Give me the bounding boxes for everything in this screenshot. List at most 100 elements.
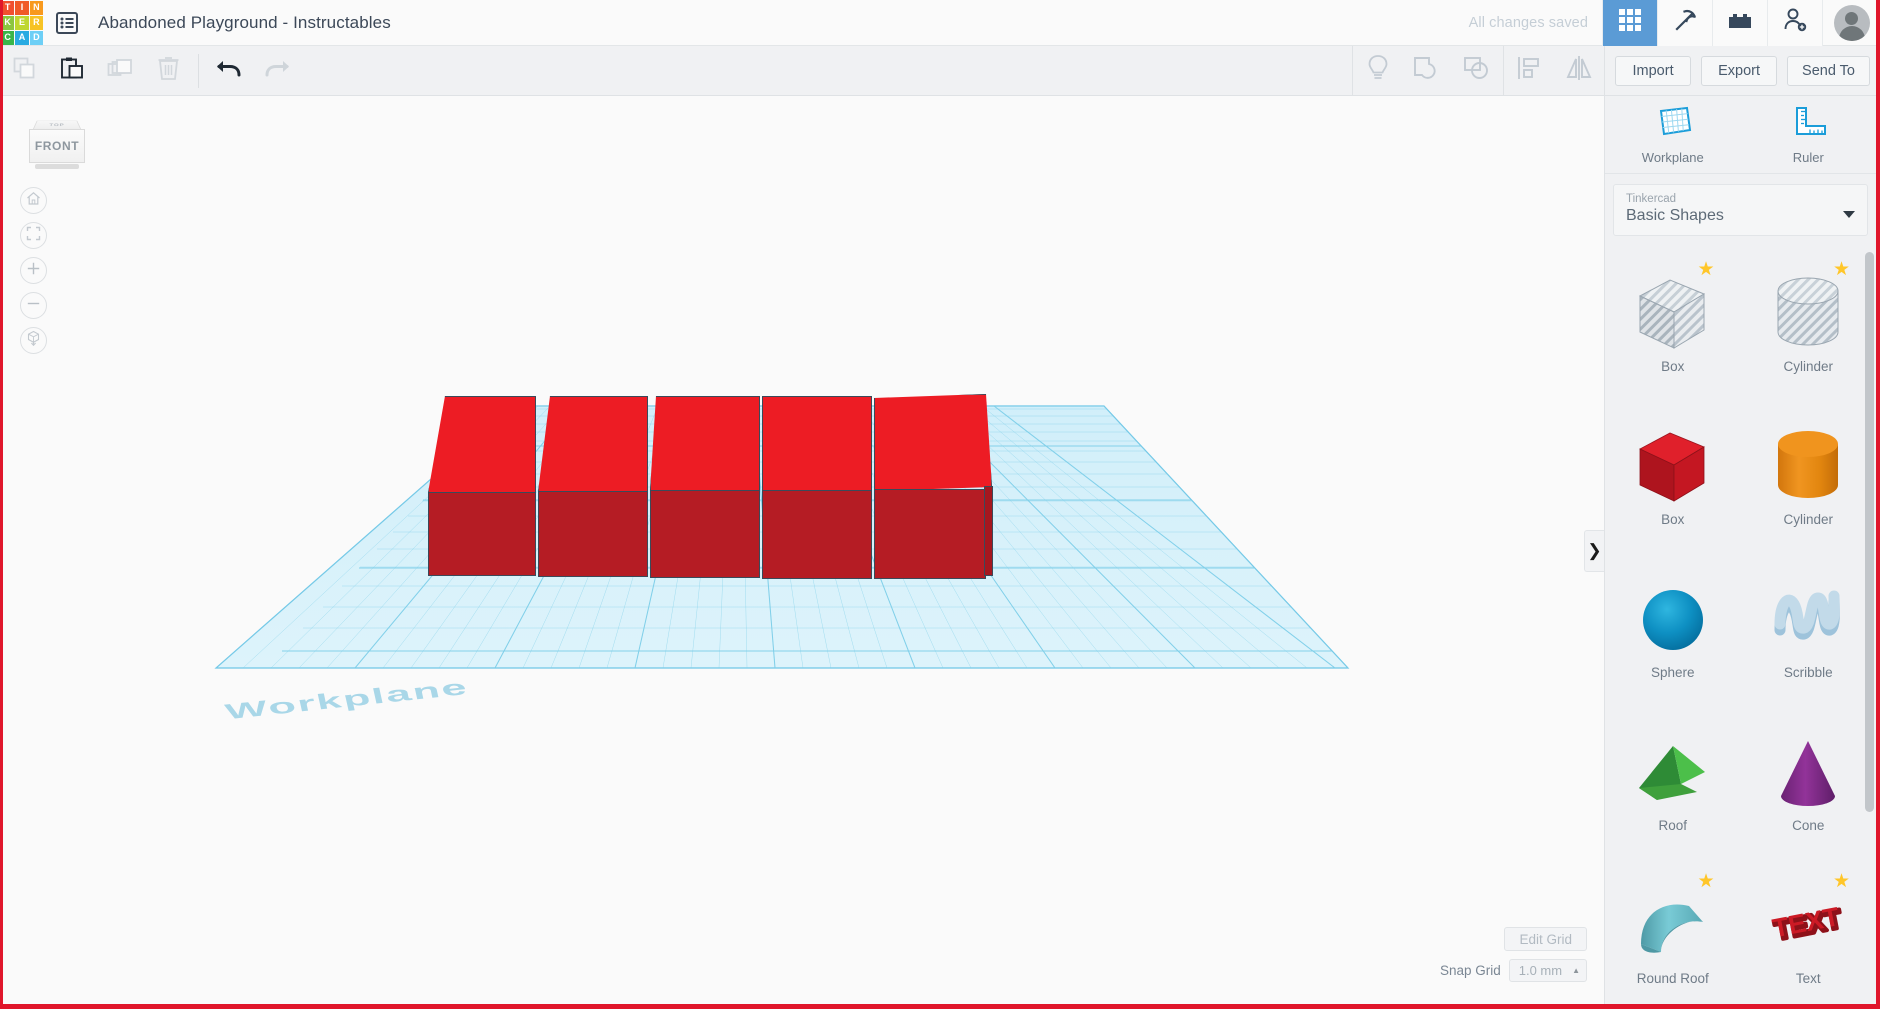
- view-cube-front-label: FRONT: [34, 139, 80, 153]
- ungroup-button[interactable]: [1453, 46, 1503, 96]
- save-status: All changes saved: [1468, 14, 1588, 31]
- zoom-in-button[interactable]: [20, 257, 47, 284]
- ruler-tool-button[interactable]: Ruler: [1741, 96, 1877, 173]
- cube-side-face: [984, 486, 993, 576]
- list-icon: [56, 11, 78, 34]
- shape-cone[interactable]: Cone: [1741, 705, 1877, 858]
- zoom-out-button[interactable]: [20, 292, 47, 319]
- copy-button[interactable]: [0, 46, 48, 96]
- shape-roof[interactable]: Roof: [1605, 705, 1741, 858]
- shape-box[interactable]: Box: [1605, 399, 1741, 552]
- cube-1[interactable]: [428, 396, 548, 596]
- blocks-button[interactable]: [1657, 0, 1712, 46]
- redo-icon: [263, 57, 291, 84]
- gallery-grid-button[interactable]: [1602, 0, 1657, 46]
- cube-5[interactable]: [874, 394, 1004, 594]
- cube-front-face: [874, 489, 986, 579]
- ruler-icon: [1788, 105, 1828, 146]
- edit-grid-button[interactable]: Edit Grid: [1504, 927, 1587, 951]
- mirror-button[interactable]: [1554, 46, 1604, 96]
- plus-icon: [26, 261, 41, 281]
- import-button[interactable]: Import: [1615, 55, 1692, 86]
- shape-label: Cylinder: [1783, 512, 1834, 527]
- export-button[interactable]: Export: [1701, 55, 1778, 86]
- toolbar-divider: [198, 53, 199, 88]
- cube-2[interactable]: [538, 396, 658, 596]
- cylinder-hole-icon: [1769, 271, 1847, 357]
- view-cube-front-face[interactable]: FRONT: [29, 129, 85, 163]
- avatar-head: [1845, 11, 1858, 25]
- shape-box-hole[interactable]: ★ Box: [1605, 246, 1741, 399]
- align-button[interactable]: [1504, 46, 1554, 96]
- invite-button[interactable]: [1767, 0, 1822, 46]
- design-list-button[interactable]: [44, 0, 90, 46]
- box-icon: [1634, 424, 1712, 510]
- view-cube-shadow: [35, 164, 79, 169]
- cube-top-face: [762, 396, 872, 491]
- redo-button[interactable]: [253, 46, 301, 96]
- shape-scribble[interactable]: Scribble: [1741, 552, 1877, 705]
- shape-label: Scribble: [1783, 665, 1833, 680]
- lightbulb-icon: [1367, 54, 1389, 87]
- tinkercad-logo[interactable]: T I N K E R C A D: [0, 0, 44, 46]
- grid-view-icon: [1617, 7, 1643, 38]
- cube-front-face: [428, 492, 536, 576]
- view-cube[interactable]: TOP FRONT: [29, 112, 85, 170]
- cube-arrow-icon: [26, 330, 41, 351]
- account-avatar-button[interactable]: [1822, 0, 1880, 46]
- delete-icon: [157, 56, 180, 86]
- duplicate-button[interactable]: [96, 46, 144, 96]
- library-name: Basic Shapes: [1626, 207, 1724, 224]
- workplane-label: Workplane: [218, 675, 475, 724]
- shape-gallery-scrollbar[interactable]: [1865, 252, 1874, 812]
- shape-label: Sphere: [1650, 665, 1695, 680]
- shape-label: Cone: [1792, 818, 1825, 833]
- cube-top-face: [874, 394, 992, 491]
- hide-show-button[interactable]: [1353, 46, 1403, 96]
- snap-grid-select[interactable]: 1.0 mm ▲: [1508, 959, 1587, 982]
- shape-cylinder-hole[interactable]: ★ Cylinder: [1741, 246, 1877, 399]
- shape-library-select[interactable]: Tinkercad Basic Shapes: [1613, 184, 1868, 236]
- undo-button[interactable]: [205, 46, 253, 96]
- library-source: Tinkercad: [1626, 193, 1677, 205]
- cube-3[interactable]: [650, 396, 770, 596]
- shape-grid: ★ Box ★ Cylinder Box Cylinder Sphere Scr…: [1605, 246, 1876, 1004]
- snap-grid-label: Snap Grid: [1439, 963, 1501, 978]
- cube-top-face: [428, 396, 536, 493]
- workplane-tool-label: Workplane: [1641, 149, 1704, 165]
- history-tools: [205, 46, 301, 96]
- panel-collapse-handle[interactable]: ❯: [1584, 530, 1604, 572]
- fit-view-button[interactable]: [20, 222, 47, 249]
- ortho-toggle-button[interactable]: [20, 327, 47, 354]
- bricks-button[interactable]: [1712, 0, 1767, 46]
- delete-button[interactable]: [144, 46, 192, 96]
- paste-button[interactable]: [48, 46, 96, 96]
- toolbar-divider-actions: [1604, 45, 1606, 96]
- shape-gallery[interactable]: ★ Box ★ Cylinder Box Cylinder Sphere Scr…: [1605, 246, 1876, 1004]
- shape-text[interactable]: ★ TEXT TEXT Text: [1741, 858, 1877, 1004]
- view-cube-top-label: TOP: [48, 123, 66, 128]
- logo-tile-a: A: [15, 30, 29, 45]
- logo-tile-e: E: [15, 15, 29, 30]
- home-view-button[interactable]: [20, 187, 47, 214]
- pickaxe-icon: [1672, 7, 1699, 39]
- cube-4[interactable]: [762, 396, 882, 596]
- shape-sphere[interactable]: Sphere: [1605, 552, 1741, 705]
- panel-tools: Workplane Ruler: [1605, 96, 1876, 174]
- ruler-tool-label: Ruler: [1792, 149, 1824, 165]
- group-button[interactable]: [1403, 46, 1453, 96]
- send-to-button[interactable]: Send To: [1787, 55, 1870, 86]
- cube-front-face: [538, 491, 648, 577]
- shape-cylinder[interactable]: Cylinder: [1741, 399, 1877, 552]
- grid-controls: Edit Grid Snap Grid 1.0 mm ▲: [1440, 927, 1587, 982]
- add-user-icon: [1782, 7, 1808, 38]
- copy-icon: [12, 56, 37, 86]
- shapes-panel: Workplane Ruler Tinkercad Basic Shapes ★…: [1604, 96, 1876, 1004]
- align-icon: [1516, 55, 1542, 86]
- design-viewport[interactable]: Workplane TOP FRONT Edit Grid Snap Grid …: [3, 96, 1607, 1004]
- fit-frame-icon: [26, 226, 41, 246]
- workplane-tool-button[interactable]: Workplane: [1605, 96, 1741, 173]
- chevron-down-icon: [1843, 211, 1855, 218]
- shape-round-roof[interactable]: ★ Round Roof: [1605, 858, 1741, 1004]
- round-roof-icon: [1634, 883, 1712, 969]
